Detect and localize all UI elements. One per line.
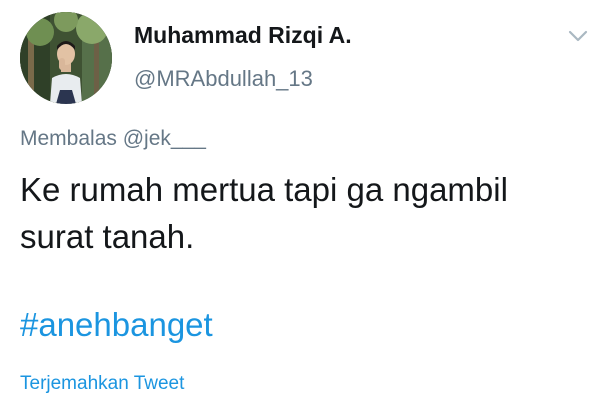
reply-context: Membalas @jek___: [20, 127, 206, 151]
tweet-text: Ke rumah mertua tapi ga ngambil surat ta…: [20, 171, 508, 255]
profile-photo-icon: [20, 12, 112, 104]
hashtag-link[interactable]: #anehbanget: [20, 306, 213, 344]
translate-tweet-link[interactable]: Terjemahkan Tweet: [20, 373, 184, 395]
user-handle[interactable]: @MRAbdullah_13: [134, 66, 313, 92]
chevron-down-icon[interactable]: [566, 26, 590, 46]
avatar[interactable]: [20, 12, 112, 104]
reply-mention-link[interactable]: @jek___: [123, 127, 206, 150]
tweet-card: Muhammad Rizqi A. @MRAbdullah_13 Membala…: [0, 0, 600, 400]
reply-prefix: Membalas: [20, 127, 117, 150]
display-name[interactable]: Muhammad Rizqi A.: [134, 22, 352, 49]
